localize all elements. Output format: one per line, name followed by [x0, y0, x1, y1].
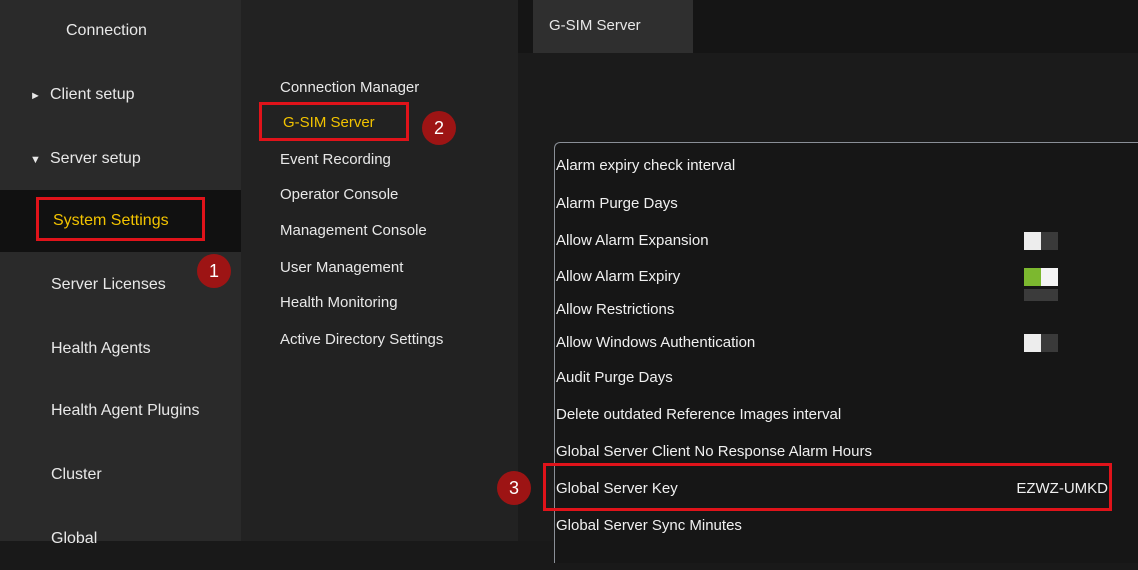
property-row-allow-restrictions[interactable]: Allow Restrictions	[556, 301, 1136, 318]
submenu-item-active-directory-settings[interactable]: Active Directory Settings	[280, 331, 443, 348]
submenu-item-health-monitoring[interactable]: Health Monitoring	[280, 294, 398, 311]
property-row-delete-outdated-reference-images-interval[interactable]: Delete outdated Reference Images interva…	[556, 406, 1136, 423]
property-name: Alarm Purge Days	[556, 195, 678, 212]
submenu-item-event-recording[interactable]: Event Recording	[280, 151, 391, 168]
annotation-badge-1: 1	[197, 254, 231, 288]
property-name: Global Server Client No Response Alarm H…	[556, 443, 872, 460]
nav-item-health-agents[interactable]: Health Agents	[0, 318, 241, 380]
expand-arrow-icon[interactable]: ►	[30, 65, 42, 127]
property-row-audit-purge-days[interactable]: Audit Purge Days	[556, 369, 1136, 386]
submenu-item-user-management[interactable]: User Management	[280, 259, 403, 276]
property-name: Global Server Sync Minutes	[556, 517, 742, 534]
submenu-item-connection-manager[interactable]: Connection Manager	[280, 79, 419, 96]
property-name: Audit Purge Days	[556, 369, 673, 386]
property-row-global-server-sync-minutes[interactable]: Global Server Sync Minutes	[556, 517, 1136, 534]
property-row-global-server-client-no-response-alarm-hours[interactable]: Global Server Client No Response Alarm H…	[556, 443, 1136, 460]
tab-label: G-SIM Server	[549, 17, 641, 34]
nav-item-cluster[interactable]: Cluster	[0, 444, 241, 506]
annotation-badge-3: 3	[497, 471, 531, 505]
property-name: Allow Alarm Expansion	[556, 232, 709, 249]
annotation-box-global-server-key	[543, 463, 1112, 511]
nav-item-client-setup[interactable]: ► Client setup	[0, 64, 241, 126]
property-name: Allow Alarm Expiry	[556, 268, 681, 285]
property-name: Delete outdated Reference Images interva…	[556, 406, 842, 423]
allow-alarm-expansion-toggle[interactable]	[1024, 232, 1058, 250]
allow-windows-authentication-toggle[interactable]	[1024, 334, 1058, 352]
property-name: Allow Windows Authentication	[556, 334, 756, 351]
annotation-box-system-settings	[36, 197, 205, 241]
nav-item-health-agent-plugins[interactable]: Health Agent Plugins	[0, 380, 241, 442]
collapse-arrow-icon[interactable]: ▼	[30, 129, 42, 191]
property-name: Allow Restrictions	[556, 301, 675, 318]
nav-item-label: Health Agent Plugins	[51, 402, 200, 419]
allow-restrictions-toggle[interactable]	[1024, 289, 1058, 301]
property-name: Alarm expiry check interval	[556, 157, 736, 174]
tab-strip: G-SIM Server	[518, 0, 1138, 53]
nav-item-label: Connection	[66, 22, 147, 39]
submenu-item-operator-console[interactable]: Operator Console	[280, 186, 398, 203]
nav-item-connection[interactable]: Connection	[0, 0, 241, 62]
property-row-alarm-purge-days[interactable]: Alarm Purge Days	[556, 195, 1136, 212]
nav-item-label: Cluster	[51, 466, 102, 483]
nav-item-label: Health Agents	[51, 340, 151, 357]
nav-item-label: Server Licenses	[51, 276, 166, 293]
nav-item-label: Server setup	[50, 150, 141, 167]
submenu-item-management-console[interactable]: Management Console	[280, 222, 427, 239]
nav-item-label: Client setup	[50, 86, 135, 103]
nav-item-label: Global	[51, 530, 98, 547]
nav-item-global[interactable]: Global	[0, 508, 241, 570]
allow-alarm-expiry-toggle[interactable]	[1024, 268, 1058, 286]
settings-submenu: Connection Manager G-SIM Server Event Re…	[241, 0, 518, 541]
annotation-box-gsim-server	[259, 102, 409, 141]
nav-item-server-setup[interactable]: ▼ Server setup	[0, 128, 241, 190]
tab-gsim-server[interactable]: G-SIM Server	[533, 0, 693, 53]
annotation-badge-2: 2	[422, 111, 456, 145]
property-row-alarm-expiry-check-interval[interactable]: Alarm expiry check interval	[556, 157, 1136, 174]
